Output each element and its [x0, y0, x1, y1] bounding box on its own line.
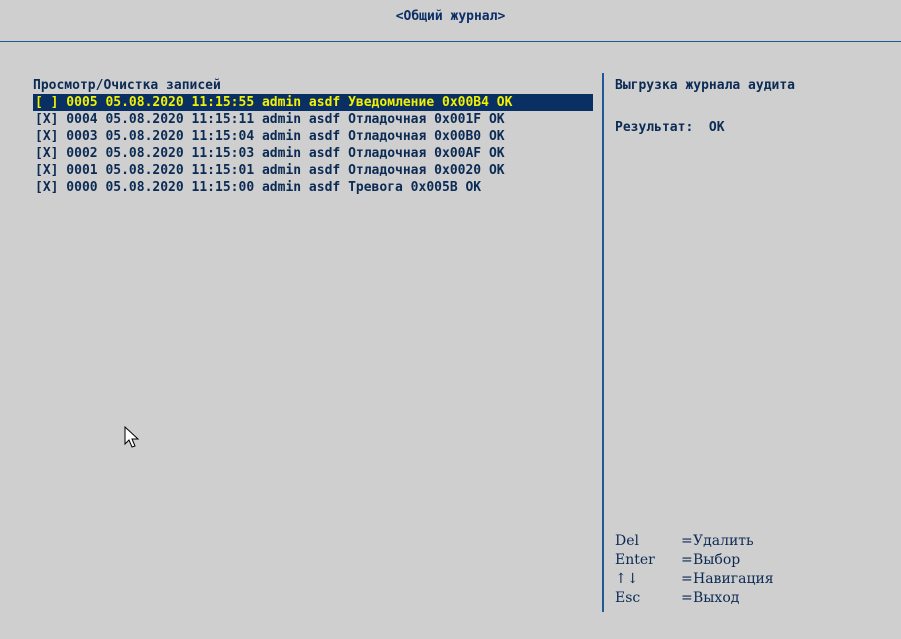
legend-description: Удалить [693, 533, 754, 549]
pane-divider [602, 73, 604, 612]
log-entry-0005[interactable]: [ ] 0005 05.08.2020 11:15:55 admin asdf … [33, 94, 593, 111]
legend-row-exit[interactable]: Esc = Выход [615, 589, 774, 608]
legend-key: ↑↓ [615, 571, 639, 587]
log-entry-0000[interactable]: [X] 0000 05.08.2020 11:15:00 admin asdf … [33, 179, 593, 196]
log-entry-0004[interactable]: [X] 0004 05.08.2020 11:15:11 admin asdf … [33, 111, 593, 128]
legend-description: Выход [693, 590, 740, 606]
title-bar: <Общий журнал> [0, 0, 901, 42]
legend-equals: = [681, 571, 693, 587]
legend-row-navigation[interactable]: ↑↓ = Навигация [615, 570, 774, 589]
help-title: Выгрузка журнала аудита [615, 78, 796, 93]
log-entry-0002[interactable]: [X] 0002 05.08.2020 11:15:03 admin asdf … [33, 145, 593, 162]
legend-row-delete[interactable]: Del = Удалить [615, 532, 774, 551]
log-entry-0003[interactable]: [X] 0003 05.08.2020 11:15:04 admin asdf … [33, 128, 593, 145]
legend-equals: = [681, 552, 693, 568]
window-title: <Общий журнал> [395, 9, 506, 24]
legend-key: Enter [615, 552, 655, 568]
legend-description: Навигация [693, 571, 774, 587]
legend-equals: = [681, 590, 693, 606]
legend-key: Esc [615, 590, 641, 606]
help-pane: Выгрузка журнала аудита Результат: OK [615, 77, 885, 136]
log-entry-0001[interactable]: [X] 0001 05.08.2020 11:15:01 admin asdf … [33, 162, 593, 179]
legend-equals: = [681, 533, 693, 549]
legend-key: Del [615, 533, 639, 549]
legend-description: Выбор [693, 552, 741, 568]
legend-row-select[interactable]: Enter = Выбор [615, 551, 774, 570]
result-status: Результат: OK [615, 120, 725, 135]
log-pane: Просмотр/Очистка записей [ ] 0005 05.08.… [33, 77, 593, 196]
section-title: Просмотр/Очистка записей [33, 78, 221, 93]
mouse-pointer-icon [124, 426, 140, 448]
key-legend: Del = Удалить Enter = Выбор ↑↓ = Навигац… [615, 532, 774, 608]
